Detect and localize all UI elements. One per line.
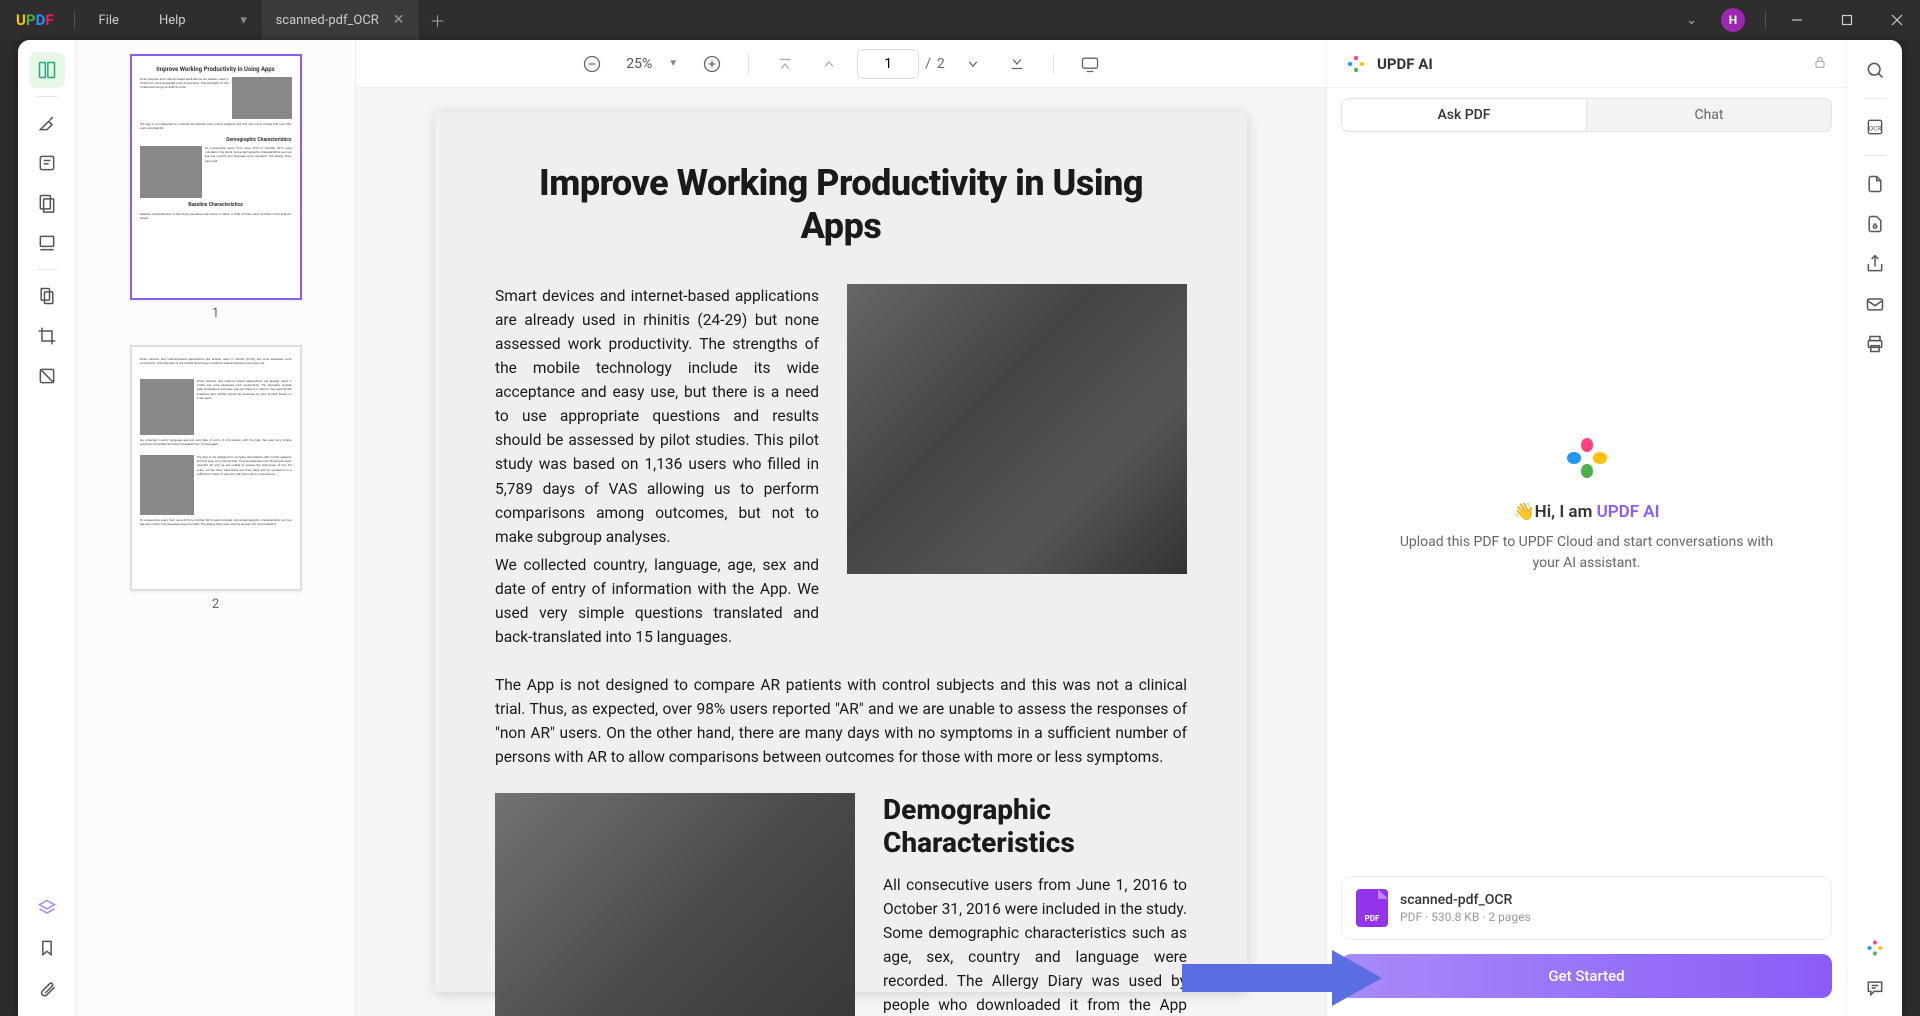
updf-ai-logo-icon xyxy=(1345,53,1367,75)
thumbnail-page-2[interactable]: Smart devices and internet-based applica… xyxy=(130,345,302,630)
tab-list-dropdown[interactable]: ▾ xyxy=(226,0,262,40)
save-icon[interactable] xyxy=(1857,166,1893,202)
page-number-input[interactable] xyxy=(857,49,919,79)
page-title: Improve Working Productivity in Using Ap… xyxy=(495,162,1187,248)
presentation-icon[interactable] xyxy=(1074,48,1106,80)
tab-title: scanned-pdf_OCR xyxy=(276,13,379,28)
right-toolbar: OCR xyxy=(1846,40,1902,1016)
pdf-page: Improve Working Productivity in Using Ap… xyxy=(435,112,1247,992)
paragraph-2: The App is not designed to compare AR pa… xyxy=(495,673,1187,769)
updf-ai-large-logo-icon xyxy=(1563,434,1611,482)
close-window-button[interactable] xyxy=(1874,0,1920,40)
bookmark-tool[interactable] xyxy=(29,930,65,966)
form-tool[interactable] xyxy=(29,225,65,261)
ai-greeting: 👋Hi, I am UPDF AI xyxy=(1513,502,1659,522)
page-total: 2 xyxy=(937,56,945,72)
paragraph-3: All consecutive users from June 1, 2016 … xyxy=(883,873,1187,1016)
lock-icon[interactable] xyxy=(1812,54,1828,74)
zoom-in-icon[interactable] xyxy=(696,48,728,80)
ocr-icon[interactable]: OCR xyxy=(1857,109,1893,145)
paragraph-1b: We collected country, language, age, sex… xyxy=(495,553,819,649)
print-icon[interactable] xyxy=(1857,326,1893,362)
left-toolbar xyxy=(18,40,76,1016)
document-image-2 xyxy=(495,793,855,1016)
pdf-file-icon: PDF xyxy=(1356,889,1388,927)
thumb-label-2: 2 xyxy=(130,597,302,612)
zoom-dropdown[interactable]: 25% ▼ xyxy=(618,56,686,72)
ai-panel: UPDF AI Ask PDF Chat 👋Hi, I am UPDF AI U… xyxy=(1326,40,1846,1016)
ai-panel-title: UPDF AI xyxy=(1377,55,1433,73)
chevron-down-icon: ▼ xyxy=(668,58,678,69)
titlebar: UPDF File Help ▾ scanned-pdf_OCR ✕ ＋ ⌄ H xyxy=(0,0,1920,40)
minimize-button[interactable] xyxy=(1774,0,1820,40)
maximize-button[interactable] xyxy=(1824,0,1870,40)
attachment-tool[interactable] xyxy=(29,970,65,1006)
last-page-icon[interactable] xyxy=(1001,48,1033,80)
crop-tool[interactable] xyxy=(29,318,65,354)
first-page-icon[interactable] xyxy=(769,48,801,80)
email-icon[interactable] xyxy=(1857,286,1893,322)
get-started-button[interactable]: Get Started xyxy=(1341,954,1832,998)
doc-toolbar: 25% ▼ / 2 xyxy=(356,40,1326,88)
next-page-icon[interactable] xyxy=(957,48,989,80)
document-area: 25% ▼ / 2 Improve Working Productivity in… xyxy=(356,40,1326,1016)
zoom-value: 25% xyxy=(626,56,652,72)
thumb-subheading-2: Baseline Characteristics xyxy=(140,202,292,208)
new-tab-button[interactable]: ＋ xyxy=(420,8,456,32)
zoom-out-icon[interactable] xyxy=(576,48,608,80)
highlight-tool[interactable] xyxy=(29,105,65,141)
ai-toggle-icon[interactable] xyxy=(1857,930,1893,966)
file-meta: PDF · 530.8 KB · 2 pages xyxy=(1400,910,1817,924)
feedback-icon[interactable] xyxy=(1857,970,1893,1006)
file-card: PDF scanned-pdf_OCR PDF · 530.8 KB · 2 p… xyxy=(1341,876,1832,940)
thumbnail-page-1[interactable]: Improve Working Productivity in Using Ap… xyxy=(130,54,302,339)
protect-icon[interactable] xyxy=(1857,206,1893,242)
user-avatar[interactable]: H xyxy=(1721,8,1745,32)
thumb-title: Improve Working Productivity in Using Ap… xyxy=(140,66,292,73)
share-icon[interactable] xyxy=(1857,246,1893,282)
section-heading: Demographic Characteristics xyxy=(883,793,1187,859)
prev-page-icon[interactable] xyxy=(813,48,845,80)
chat-tab[interactable]: Chat xyxy=(1587,98,1832,132)
tab-close-icon[interactable]: ✕ xyxy=(393,12,405,28)
app-logo: UPDF xyxy=(0,11,70,29)
menu-help[interactable]: Help xyxy=(139,13,206,28)
file-name: scanned-pdf_OCR xyxy=(1400,892,1817,908)
page-separator: / xyxy=(925,56,931,72)
search-icon[interactable] xyxy=(1857,52,1893,88)
layers-tool[interactable] xyxy=(29,890,65,926)
edit-tool[interactable] xyxy=(29,185,65,221)
redact-tool[interactable] xyxy=(29,358,65,394)
organize-tool[interactable] xyxy=(29,278,65,314)
svg-text:OCR: OCR xyxy=(1868,124,1881,132)
thumb-label-1: 1 xyxy=(130,306,302,321)
paragraph-1: Smart devices and internet-based applica… xyxy=(495,284,819,548)
workspace: Improve Working Productivity in Using Ap… xyxy=(18,40,1902,1016)
thumb-subheading: Demographic Characteristics xyxy=(140,137,292,143)
thumbnails-tool[interactable] xyxy=(29,52,65,88)
menu-file[interactable]: File xyxy=(79,13,139,28)
document-image-1 xyxy=(847,284,1187,574)
window-options-icon[interactable]: ⌄ xyxy=(1686,13,1697,28)
document-tab[interactable]: scanned-pdf_OCR ✕ xyxy=(262,0,420,40)
thumbnail-panel: Improve Working Productivity in Using Ap… xyxy=(76,40,356,1016)
ai-description: Upload this PDF to UPDF Cloud and start … xyxy=(1397,532,1777,574)
comment-tool[interactable] xyxy=(29,145,65,181)
ask-pdf-tab[interactable]: Ask PDF xyxy=(1341,98,1587,132)
document-viewport[interactable]: Improve Working Productivity in Using Ap… xyxy=(356,88,1326,1016)
